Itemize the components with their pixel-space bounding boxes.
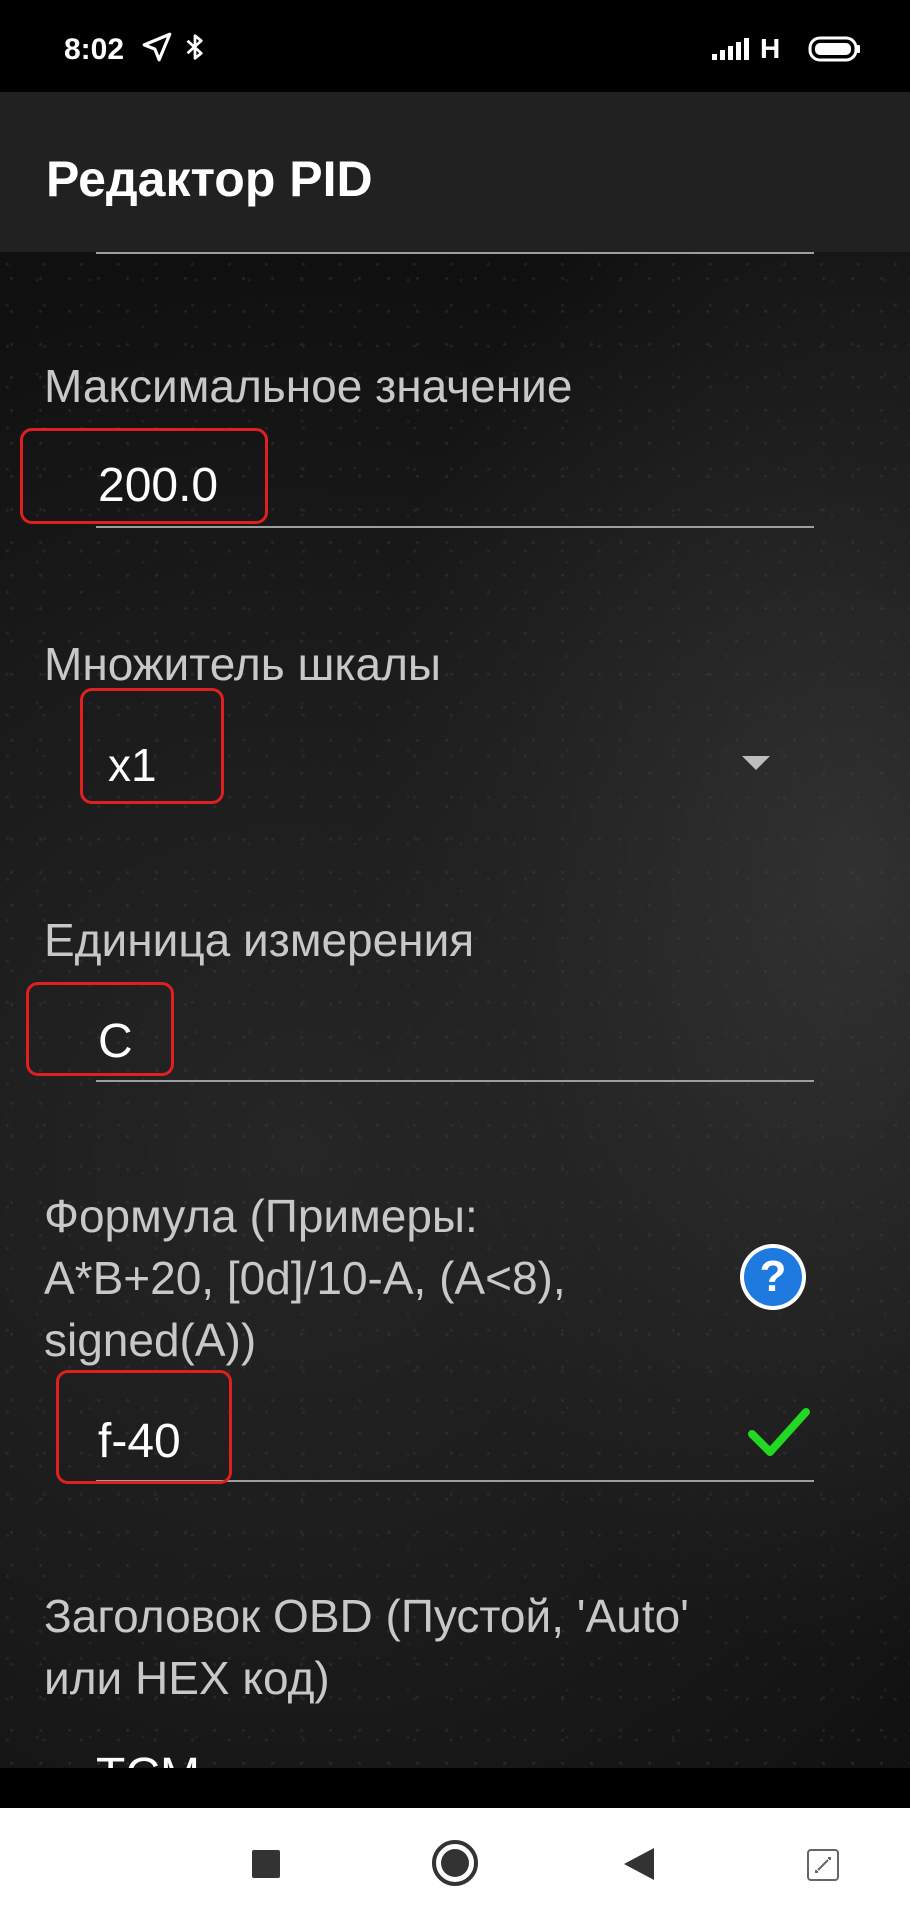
battery-icon <box>808 36 860 62</box>
chevron-down-icon[interactable] <box>742 756 770 770</box>
previous-field-underline <box>96 252 814 254</box>
formula-label-line-2: A*B+20, [0d]/10-A, (A<8), <box>44 1252 566 1304</box>
content-bottom-edge <box>0 1768 910 1808</box>
network-type: H <box>760 33 781 64</box>
highlight-box-unit <box>26 982 174 1076</box>
status-time: 8:02 <box>64 33 125 66</box>
highlight-box-max-value <box>20 428 268 524</box>
location-arrow-icon <box>142 32 172 62</box>
screenshot-expand-icon[interactable] <box>806 1848 840 1882</box>
status-bar: 8:02 H <box>0 0 910 92</box>
help-icon[interactable]: ? <box>740 1244 806 1310</box>
obd-header-input[interactable]: TCM <box>96 1752 200 1768</box>
obd-header-label-line-2: или HEX код) <box>44 1652 330 1704</box>
obd-header-label-line-1: Заголовок OBD (Пустой, 'Auto' <box>44 1590 689 1642</box>
recents-square-icon[interactable] <box>250 1848 282 1880</box>
back-triangle-icon[interactable] <box>622 1846 656 1882</box>
formula-label-line-1: Формула (Примеры: <box>44 1190 478 1242</box>
home-circle-icon[interactable] <box>430 1838 480 1888</box>
page-title: Редактор PID <box>46 151 373 207</box>
scale-multiplier-label: Множитель шкалы <box>44 638 441 690</box>
highlight-box-scale <box>80 688 224 804</box>
formula-label-line-3: signed(A)) <box>44 1314 257 1366</box>
help-question-mark: ? <box>744 1248 802 1306</box>
max-value-underline <box>96 526 814 528</box>
navigation-bar <box>0 1808 910 1920</box>
unit-label: Единица измерения <box>44 914 475 966</box>
bluetooth-icon <box>186 34 203 60</box>
max-value-label: Максимальное значение <box>44 360 573 412</box>
checkmark-icon <box>748 1408 810 1456</box>
highlight-box-formula <box>56 1370 232 1484</box>
signal-icon <box>712 38 749 60</box>
unit-underline <box>96 1080 814 1082</box>
